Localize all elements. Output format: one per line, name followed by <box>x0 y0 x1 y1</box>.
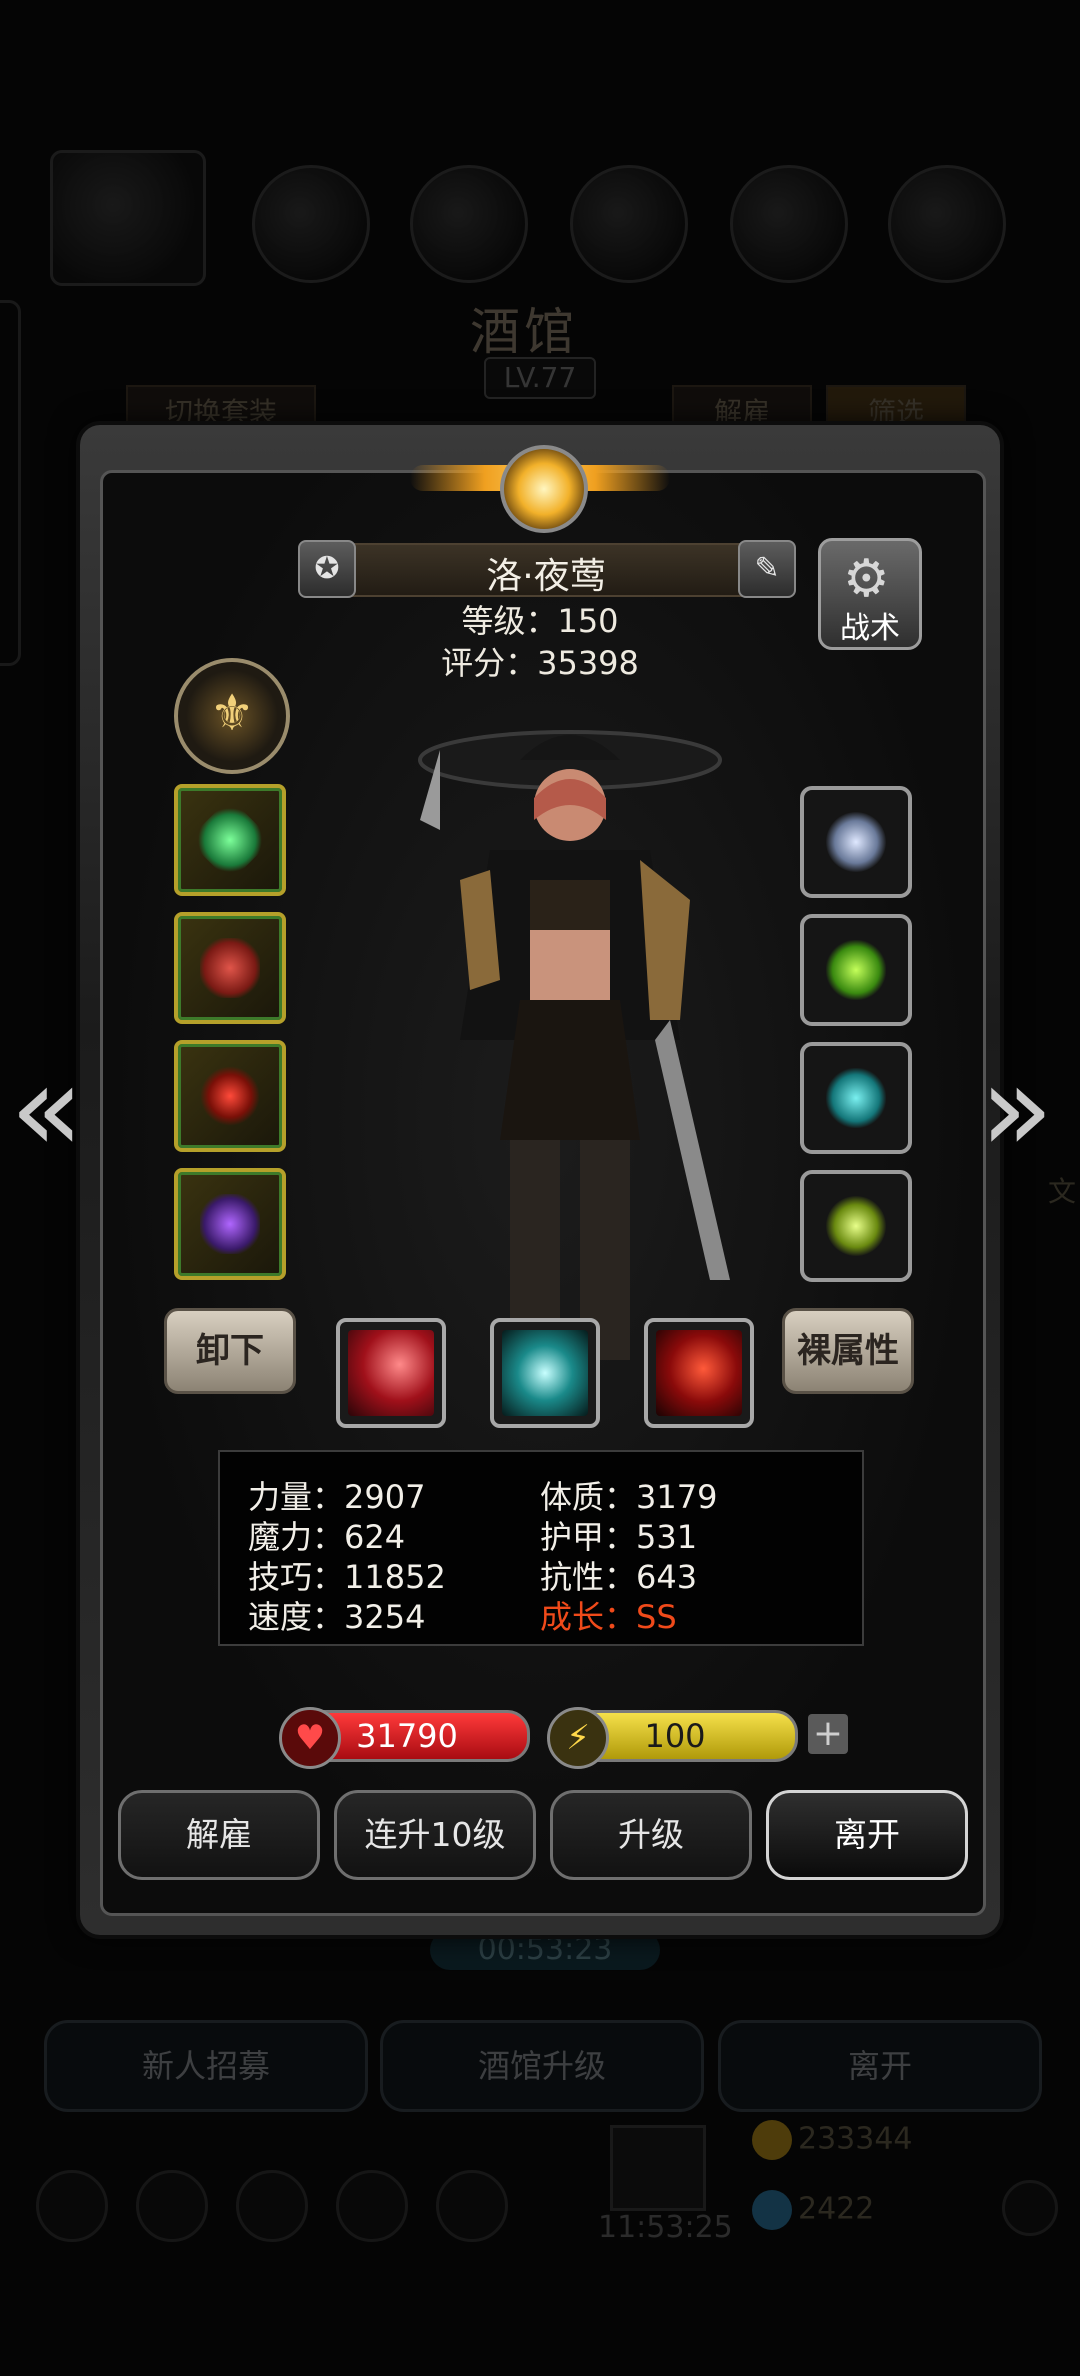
top-menu-icon-2 <box>410 165 528 283</box>
leave-button[interactable]: 离开 <box>766 1790 968 1880</box>
hero-score: 评分：35398 <box>441 644 639 682</box>
prev-hero-arrow-icon[interactable]: « <box>10 1040 83 1179</box>
red-armor-icon <box>200 938 260 998</box>
red-slash-skill-icon <box>348 1330 434 1416</box>
green-spear-icon <box>187 797 273 883</box>
gift-timer: 11:53:25 <box>598 2210 733 2245</box>
skill-slot-3[interactable] <box>644 1318 754 1428</box>
bare-attributes-button[interactable]: 裸属性 <box>782 1308 914 1394</box>
settings-badge-icon[interactable]: ✪ <box>298 540 356 598</box>
bottom-menu-icon-3[interactable] <box>236 2170 308 2242</box>
gem-counter: 2422 <box>752 2190 874 2230</box>
skill-slot-2[interactable] <box>490 1318 600 1428</box>
red-blade-skill-icon <box>656 1330 742 1416</box>
bottom-menu-icon-1[interactable] <box>36 2170 108 2242</box>
tavern-level-badge: LV.77 <box>484 357 596 399</box>
avatar-frame-icon <box>50 150 206 286</box>
green-crystal-icon <box>826 940 886 1000</box>
silver-ring-icon <box>826 812 886 872</box>
skill-slot-1[interactable] <box>336 1318 446 1428</box>
tavern-leave-button[interactable]: 离开 <box>718 2020 1042 2112</box>
crest-emblem <box>410 430 670 540</box>
accessory-slot-gem[interactable] <box>800 1042 912 1154</box>
hp-value: 31790 <box>356 1717 458 1755</box>
level-up-button[interactable]: 升级 <box>550 1790 752 1880</box>
gold-counter: 233344 <box>752 2120 913 2160</box>
hero-level: 等级：150 <box>461 602 619 640</box>
edit-name-icon[interactable]: ✎ <box>738 540 796 598</box>
next-hero-arrow-icon[interactable]: » <box>980 1040 1053 1179</box>
hero-name: 洛·夜莺 <box>486 556 606 597</box>
hp-bar: ♥ 31790 <box>279 1707 530 1769</box>
add-energy-icon[interactable]: + <box>808 1714 848 1754</box>
bottom-menu-icon-5[interactable] <box>436 2170 508 2242</box>
cyan-swirl-skill-icon <box>502 1330 588 1416</box>
top-menu-icon-3 <box>570 165 688 283</box>
gift-box-icon[interactable] <box>610 2125 706 2211</box>
ruby-necklace-icon <box>200 1066 260 1126</box>
equip-slot-armor[interactable] <box>174 912 286 1024</box>
accessory-slot-crystal[interactable] <box>800 914 912 1026</box>
gold-coin-icon <box>752 2120 792 2160</box>
level-up-10-button[interactable]: 连升10级 <box>334 1790 536 1880</box>
bottom-menu-icon-2[interactable] <box>136 2170 208 2242</box>
energy-value: 100 <box>644 1717 706 1755</box>
stat-growth: 成长：SS <box>540 1598 677 1636</box>
top-menu-icon-4 <box>730 165 848 283</box>
unequip-button[interactable]: 卸下 <box>164 1308 296 1394</box>
blue-gem-icon <box>752 2190 792 2230</box>
recruit-timer: 00:53:23 <box>430 1930 660 1970</box>
top-menu-icon-5 <box>888 165 1006 283</box>
energy-bar: ⚡ 100 <box>547 1707 798 1769</box>
equip-slot-helmet[interactable] <box>174 1168 286 1280</box>
sun-medallion-icon <box>500 445 588 533</box>
stat-speed: 速度：3254 <box>248 1598 426 1636</box>
equip-slot-weapon[interactable] <box>174 784 286 896</box>
bottom-menu-icon-4[interactable] <box>336 2170 408 2242</box>
accessory-slot-lantern[interactable] <box>800 1170 912 1282</box>
cyan-gem-icon <box>826 1068 886 1128</box>
recruit-button[interactable]: 新人招募 <box>44 2020 368 2112</box>
purple-crown-icon <box>200 1194 260 1254</box>
accessory-slot-ring[interactable] <box>800 786 912 898</box>
add-icon[interactable] <box>1002 2180 1058 2236</box>
tavern-upgrade-button[interactable]: 酒馆升级 <box>380 2020 704 2112</box>
class-emblem-icon[interactable]: ⚜ <box>174 658 290 774</box>
top-menu-icon-1 <box>252 165 370 283</box>
equip-slot-necklace[interactable] <box>174 1040 286 1152</box>
green-lantern-icon <box>826 1196 886 1256</box>
tavern-title: 酒馆 <box>470 303 578 361</box>
dismiss-button[interactable]: 解雇 <box>118 1790 320 1880</box>
